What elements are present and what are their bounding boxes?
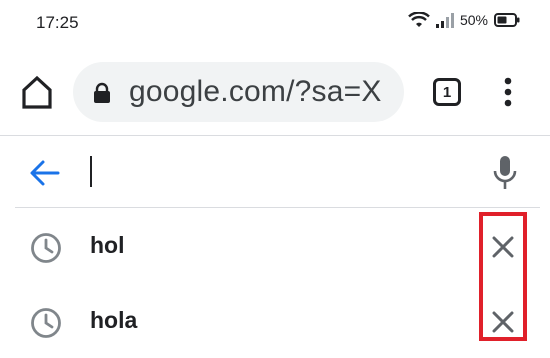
search-row [0, 137, 550, 207]
browser-toolbar: google.com/?sa=X 1 [0, 58, 550, 134]
close-icon [492, 236, 514, 258]
history-icon [31, 233, 61, 263]
remove-suggestion-button[interactable] [490, 309, 516, 335]
voice-search-button[interactable] [490, 153, 520, 193]
text-cursor [90, 156, 92, 187]
more-vert-icon [504, 77, 512, 107]
url-text: google.com/?sa=X [129, 75, 382, 108]
history-icon [31, 308, 61, 338]
overflow-menu-button[interactable] [500, 76, 516, 108]
toolbar-divider [0, 135, 550, 136]
tab-switcher-button[interactable]: 1 [433, 78, 461, 106]
home-icon [22, 75, 52, 109]
battery-icon [494, 13, 520, 27]
search-input[interactable] [86, 149, 466, 195]
lock-icon [94, 82, 110, 103]
home-button[interactable] [20, 74, 54, 110]
mic-icon [493, 156, 517, 189]
back-arrow-icon [30, 160, 60, 186]
address-bar[interactable]: google.com/?sa=X [73, 62, 404, 122]
status-icons: 50% [408, 12, 520, 28]
wifi-icon [408, 12, 430, 27]
suggestion-item[interactable]: hol [0, 209, 550, 283]
suggestion-text: hol [90, 232, 125, 258]
close-icon [492, 311, 514, 333]
remove-suggestion-button[interactable] [490, 234, 516, 260]
battery-percent: 50% [459, 12, 488, 28]
status-bar: 17:25 50% [0, 0, 550, 46]
suggestion-item[interactable]: hola [0, 284, 550, 358]
signal-icon [435, 13, 454, 28]
back-button[interactable] [28, 159, 62, 187]
suggestion-text: hola [90, 307, 138, 333]
status-time: 17:25 [36, 13, 79, 32]
tab-count: 1 [442, 83, 452, 101]
search-divider [15, 207, 540, 208]
